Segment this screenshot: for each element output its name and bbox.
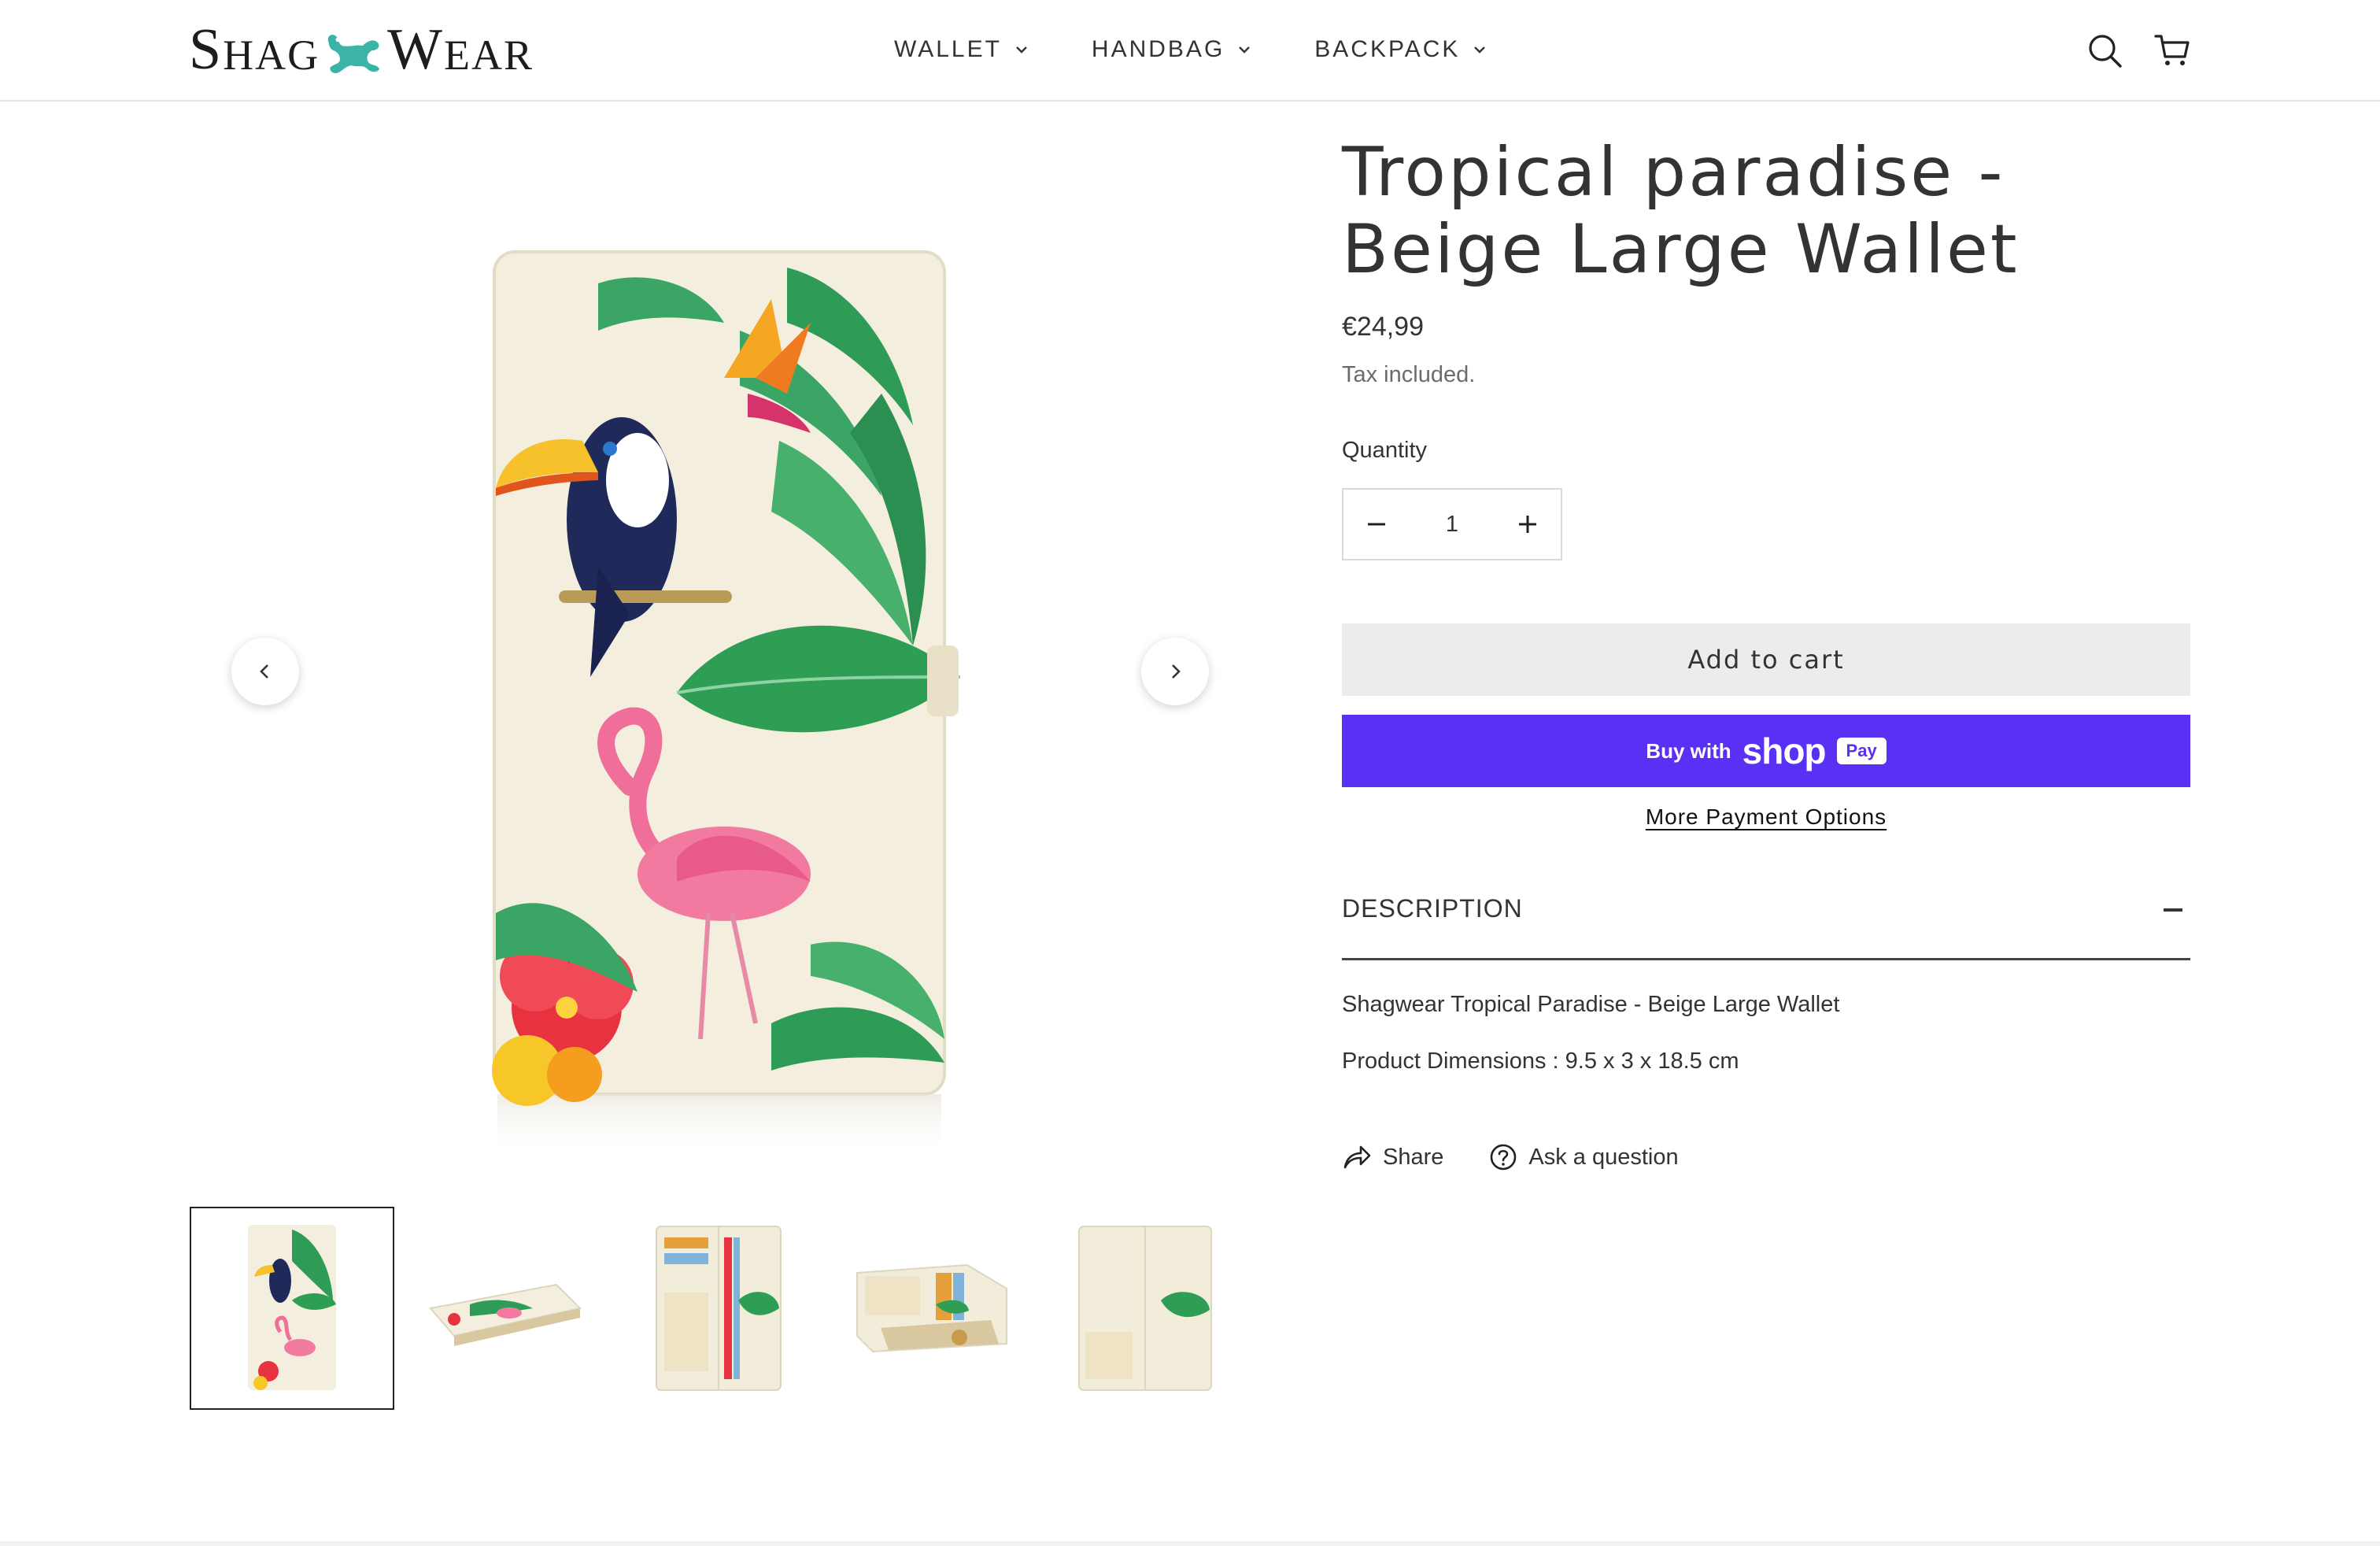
quantity-input[interactable]: 1 [1410, 512, 1495, 538]
search-icon[interactable] [2086, 31, 2123, 69]
share-button[interactable]: Share [1342, 1143, 1443, 1171]
ask-question-button[interactable]: Ask a question [1489, 1143, 1679, 1171]
quantity-decrease-button[interactable] [1343, 490, 1410, 559]
product-dimensions: Product Dimensions : 9.5 x 3 x 18.5 cm [1342, 1049, 1739, 1074]
quantity-stepper: 1 [1342, 488, 1562, 560]
product-price: €24,99 [1342, 312, 1424, 342]
shop-pay-logo: shop [1742, 730, 1827, 771]
gallery-prev-button[interactable] [231, 638, 299, 705]
nav-item-backpack[interactable]: BACKPACK [1314, 30, 1487, 69]
description-accordion-header[interactable]: DESCRIPTION [1342, 882, 2190, 960]
gallery-next-button[interactable] [1141, 638, 1209, 705]
wallet-coin-pocket-thumbnail [856, 1263, 1007, 1353]
nav-item-label: BACKPACK [1314, 36, 1461, 62]
description-heading: DESCRIPTION [1342, 894, 1523, 923]
product-actions: Share Ask a question [1342, 1143, 1679, 1171]
thumbnail-back-open-view[interactable] [1043, 1207, 1247, 1410]
thumbnail-side-view[interactable] [403, 1207, 608, 1410]
product-main-image[interactable] [441, 236, 992, 1157]
buy-with-label: Buy with [1646, 738, 1731, 763]
nav-item-handbag[interactable]: HANDBAG [1092, 30, 1251, 69]
chevron-right-icon [1172, 664, 1181, 679]
chevron-left-icon [260, 664, 268, 679]
wallet-inside-thumbnail [656, 1226, 782, 1391]
add-to-cart-button[interactable]: Add to cart [1342, 623, 2190, 696]
logo-letter-w: W [387, 17, 445, 82]
nav-item-label: WALLET [894, 36, 1002, 62]
frog-logo-icon [327, 35, 380, 73]
question-circle-icon [1491, 1144, 1517, 1171]
tax-note: Tax included. [1342, 362, 1476, 387]
chevron-down-icon [1016, 46, 1027, 54]
chevron-down-icon [1239, 46, 1251, 54]
description-text: Shagwear Tropical Paradise - Beige Large… [1342, 992, 1840, 1017]
thumbnail-coin-pocket-view[interactable] [830, 1207, 1034, 1410]
main-navigation: WALLET HANDBAG BACKPACK [894, 30, 1550, 69]
cart-icon[interactable] [2153, 31, 2191, 69]
shop-pay-button[interactable]: Buy with shop Pay [1342, 715, 2190, 787]
minus-icon [1368, 523, 1385, 526]
quantity-label: Quantity [1342, 438, 1427, 463]
footer-divider [0, 1541, 2380, 1546]
wallet-front-thumbnail [248, 1225, 336, 1390]
site-header: S HAG W EAR WALLET HANDBAG BACKPACK [0, 0, 2380, 102]
share-arrow-icon [1343, 1145, 1371, 1169]
more-payment-options-link[interactable]: More Payment Options [1342, 804, 2190, 830]
nav-item-wallet[interactable]: WALLET [894, 30, 1029, 69]
brand-logo[interactable]: S HAG W EAR [189, 20, 534, 79]
logo-letter-s: S [189, 17, 224, 82]
nav-item-label: HANDBAG [1091, 36, 1225, 62]
logo-text-hag: HAG [223, 31, 320, 79]
more-payment-options-label: More Payment Options [1645, 804, 1887, 829]
wallet-side-thumbnail [429, 1283, 582, 1346]
chevron-down-icon [1474, 46, 1486, 54]
ask-question-label: Ask a question [1528, 1144, 1679, 1170]
pay-badge: Pay [1836, 738, 1887, 764]
collapse-minus-icon [2164, 908, 2182, 912]
share-label: Share [1383, 1144, 1444, 1170]
wallet-back-thumbnail [1078, 1226, 1212, 1391]
plus-icon [1519, 516, 1536, 533]
product-title: Tropical paradise - Beige Large Wallet [1342, 133, 2020, 289]
quantity-increase-button[interactable] [1495, 490, 1561, 559]
thumbnail-front-view[interactable] [190, 1207, 394, 1410]
thumbnail-strip [190, 1207, 1256, 1410]
thumbnail-open-inside-view[interactable] [616, 1207, 821, 1410]
logo-text-ear: EAR [444, 31, 534, 79]
